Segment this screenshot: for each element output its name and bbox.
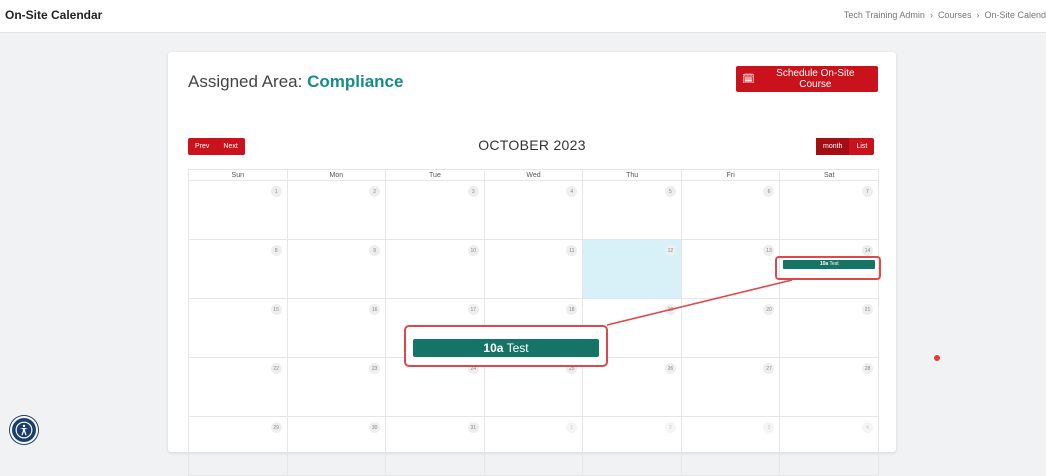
day-number[interactable]: 14	[862, 245, 874, 256]
calendar-day-cell[interactable]: 10	[386, 240, 485, 299]
weekday-header: Sun	[189, 169, 288, 181]
calendar-day-cell[interactable]: 1	[189, 181, 288, 240]
calendar-day-cell[interactable]: 11	[484, 240, 584, 299]
day-number[interactable]: 3	[467, 186, 479, 197]
calendar-day-cell[interactable]: 3	[681, 417, 781, 476]
day-number[interactable]: 13	[763, 245, 775, 256]
day-number[interactable]: 26	[664, 363, 676, 374]
calendar-day-cell[interactable]: 31	[386, 417, 485, 476]
page-title: On-Site Calendar	[5, 8, 103, 22]
calendar-icon: 🗓	[742, 73, 755, 85]
day-number[interactable]: 23	[369, 363, 381, 374]
calendar-day-cell[interactable]: 23	[287, 358, 387, 417]
view-toggle-group: month List	[816, 138, 875, 155]
day-number[interactable]: 15	[270, 304, 282, 315]
event-zoom-time: 10a	[483, 341, 504, 355]
weekday-header: Fri	[681, 169, 781, 181]
assigned-area-heading: Assigned Area: Compliance	[188, 72, 403, 92]
day-number[interactable]: 8	[270, 245, 282, 256]
breadcrumb-item-admin[interactable]: Tech Training Admin	[844, 10, 925, 20]
day-number[interactable]: 21	[862, 304, 874, 315]
top-bar: On-Site Calendar Tech Training Admin › Cou…	[0, 0, 1046, 33]
calendar-day-cell[interactable]: 8	[189, 240, 288, 299]
calendar-day-cell[interactable]: 7	[780, 181, 880, 240]
calendar-day-cell[interactable]: 22	[189, 358, 288, 417]
calendar-day-cell[interactable]: 2	[287, 181, 387, 240]
calendar-day-cell[interactable]: 30	[287, 417, 387, 476]
day-number[interactable]: 1	[270, 186, 282, 197]
calendar-card: Assigned Area: Compliance 🗓 Schedule On-…	[168, 52, 896, 476]
breadcrumb-item-current: On-Site Calend	[984, 10, 1046, 20]
event-zoom-callout: 10a Test	[404, 325, 608, 367]
day-number[interactable]: 12	[664, 245, 676, 256]
assigned-area-prefix: Assigned Area:	[188, 72, 303, 91]
calendar-day-cell[interactable]: 3	[386, 181, 485, 240]
month-view-button[interactable]: month	[816, 138, 850, 155]
day-number[interactable]: 10	[467, 245, 479, 256]
calendar-day-cell[interactable]: 4	[484, 181, 584, 240]
weekday-header-row: Sun Mon Tue Wed Thu Fri Sat	[189, 169, 880, 181]
month-title: OCTOBER 2023	[478, 137, 586, 153]
event-zoomed[interactable]: 10a Test	[413, 339, 599, 357]
calendar-grid: Sun Mon Tue Wed Thu Fri Sat 1 2 3 4 5 6 7 8 9 10 11 12 13 1…	[188, 169, 880, 476]
day-number[interactable]: 31	[467, 422, 479, 433]
breadcrumb-separator: ›	[976, 10, 980, 20]
day-number[interactable]: 2	[664, 422, 676, 433]
day-number[interactable]: 7	[862, 186, 874, 197]
day-number[interactable]: 20	[763, 304, 775, 315]
breadcrumb-item-courses[interactable]: Courses	[938, 10, 972, 20]
day-number[interactable]: 6	[763, 186, 775, 197]
weekday-header: Tue	[386, 169, 485, 181]
day-number[interactable]: 2	[369, 186, 381, 197]
assigned-area-name: Compliance	[307, 72, 404, 91]
day-number[interactable]: 18	[566, 304, 578, 315]
day-number[interactable]: 1	[566, 422, 578, 433]
day-number[interactable]: 22	[270, 363, 282, 374]
calendar-day-cell[interactable]: 16	[287, 299, 387, 358]
calendar-day-cell[interactable]: 5	[583, 181, 682, 240]
schedule-course-label: Schedule On-Site Course	[776, 68, 855, 90]
day-number[interactable]: 19	[664, 304, 676, 315]
day-number[interactable]: 3	[763, 422, 775, 433]
day-number[interactable]: 9	[369, 245, 381, 256]
calendar-week-row: 1 2 3 4 5 6 7	[189, 181, 880, 240]
day-number[interactable]: 16	[369, 304, 381, 315]
calendar-day-cell[interactable]: 20	[681, 299, 781, 358]
weekday-header: Wed	[484, 169, 584, 181]
breadcrumb-separator: ›	[929, 10, 933, 20]
weekday-header: Mon	[287, 169, 387, 181]
schedule-course-button[interactable]: 🗓 Schedule On-Site Course	[736, 66, 878, 92]
event-zoom-title: Test	[506, 341, 529, 355]
event-highlight-box	[775, 256, 881, 280]
calendar-day-cell[interactable]: 4	[780, 417, 880, 476]
day-number[interactable]: 29	[270, 422, 282, 433]
calendar-day-cell[interactable]: 29	[189, 417, 288, 476]
calendar-day-cell[interactable]: 28	[780, 358, 880, 417]
list-view-button[interactable]: List	[849, 138, 874, 155]
calendar-day-cell[interactable]: 15	[189, 299, 288, 358]
day-number[interactable]: 4	[566, 186, 578, 197]
annotation-dot	[934, 355, 940, 361]
accessibility-button[interactable]	[10, 416, 38, 444]
calendar-day-cell[interactable]: 13	[681, 240, 781, 299]
calendar-day-cell[interactable]: 2	[583, 417, 682, 476]
calendar-day-cell[interactable]: 1	[484, 417, 584, 476]
calendar-day-cell[interactable]: 12	[583, 240, 682, 299]
calendar-day-cell[interactable]: 6	[681, 181, 781, 240]
accessibility-icon	[15, 421, 33, 439]
day-number[interactable]: 4	[862, 422, 874, 433]
weekday-header: Thu	[583, 169, 682, 181]
breadcrumb: Tech Training Admin › Courses › On-Site Cale…	[844, 10, 1046, 20]
calendar-day-cell[interactable]: 27	[681, 358, 781, 417]
calendar-week-row: 29 30 31 1 2 3 4	[189, 417, 880, 476]
day-number[interactable]: 28	[862, 363, 874, 374]
day-number[interactable]: 30	[369, 422, 381, 433]
day-number[interactable]: 17	[467, 304, 479, 315]
day-number[interactable]: 27	[763, 363, 775, 374]
day-number[interactable]: 11	[566, 245, 578, 256]
calendar-day-cell[interactable]: 9	[287, 240, 387, 299]
calendar-day-cell[interactable]: 21	[780, 299, 880, 358]
weekday-header: Sat	[780, 169, 880, 181]
day-number[interactable]: 5	[664, 186, 676, 197]
